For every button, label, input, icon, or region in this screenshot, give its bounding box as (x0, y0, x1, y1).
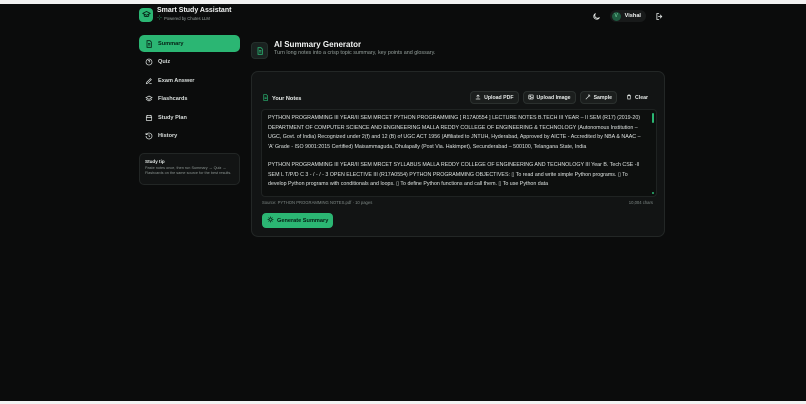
notes-label: Your Notes (262, 94, 301, 103)
upload-pdf-label: Upload PDF (484, 94, 514, 101)
calendar-icon (145, 114, 153, 122)
clear-button[interactable]: Clear (621, 91, 653, 104)
char-count: 10,004 chars (628, 200, 653, 205)
app-subtitle: Powered by Chutes LLM (157, 15, 231, 22)
sample-button[interactable]: Sample (579, 91, 618, 104)
sidebar-item-label: Quiz (158, 59, 171, 66)
magic-wand-icon (585, 93, 591, 102)
sidebar-item-label: Flashcards (158, 96, 188, 103)
upload-icon (475, 94, 481, 102)
sidebar: Summary Quiz Exam Answer Flashcards Stud… (139, 35, 240, 185)
study-tip-title: Study tip (145, 158, 165, 164)
brand: Smart Study Assistant Powered by Chutes … (139, 7, 231, 22)
sidebar-item-label: History (158, 133, 178, 140)
notes-paragraph: PYTHON PROGRAMMING III YEAR/II SEM MRCET… (268, 115, 641, 151)
notes-label-text: Your Notes (272, 95, 302, 102)
source-info: Source: PYTHON PROGRAMMING NOTES.pdf · 1… (262, 200, 373, 205)
upload-pdf-button[interactable]: Upload PDF (470, 91, 519, 104)
logout-icon[interactable] (654, 11, 664, 21)
notes-actions: Upload PDF Upload Image Sample Clear (470, 91, 653, 104)
document-icon (145, 39, 153, 48)
page-title: AI Summary Generator (274, 40, 362, 49)
generate-summary-button[interactable]: Generate Summary (262, 213, 334, 228)
user-menu[interactable]: V Vishal (609, 10, 646, 22)
study-tip-card: Study tip Paste notes once, then run Sum… (139, 152, 240, 185)
document-icon (251, 42, 268, 59)
sidebar-item-quiz[interactable]: Quiz (139, 54, 240, 71)
pen-icon (145, 77, 153, 85)
app-header: Smart Study Assistant Powered by Chutes … (0, 4, 806, 30)
sidebar-item-label: Exam Answer (158, 77, 195, 84)
trash-icon (626, 94, 632, 102)
textarea-scrollbar-end (652, 192, 654, 194)
page-header: AI Summary Generator Turn long notes int… (251, 40, 435, 59)
upload-image-button[interactable]: Upload Image (522, 91, 576, 104)
header-actions: V Vishal (592, 10, 664, 22)
clear-label: Clear (635, 94, 648, 101)
user-name: Vishal (624, 13, 641, 19)
sidebar-item-label: Study Plan (158, 114, 187, 121)
sidebar-item-label: Summary (158, 40, 184, 47)
sidebar-item-exam-answer[interactable]: Exam Answer (139, 72, 240, 89)
notes-textarea[interactable]: PYTHON PROGRAMMING III YEAR/II SEM MRCET… (261, 109, 657, 197)
page-subtitle: Turn long notes into a crisp topic summa… (274, 50, 436, 56)
document-icon (262, 94, 269, 103)
upload-image-label: Upload Image (536, 94, 571, 101)
avatar: V (611, 11, 621, 21)
graduation-cap-icon (139, 7, 153, 22)
sidebar-item-flashcards[interactable]: Flashcards (139, 91, 240, 108)
sample-label: Sample (593, 94, 613, 101)
textarea-scrollbar-thumb[interactable] (652, 113, 654, 123)
app-title: Smart Study Assistant (157, 7, 232, 14)
generate-summary-label: Generate Summary (277, 217, 329, 224)
study-tip-body: Paste notes once, then run Summary → Qui… (145, 165, 232, 176)
history-icon (145, 132, 153, 140)
notes-card: Your Notes Upload PDF Upload Image Sampl… (251, 71, 665, 237)
sidebar-item-summary[interactable]: Summary (139, 35, 240, 52)
help-circle-icon (145, 58, 153, 66)
sparkle-icon (267, 216, 274, 225)
app-subtitle-text: Powered by Chutes LLM (164, 15, 210, 21)
sidebar-item-study-plan[interactable]: Study Plan (139, 109, 240, 126)
notes-paragraph: PYTHON PROGRAMMING III YEAR/II SEM MRCET… (268, 161, 640, 188)
theme-toggle-moon-icon[interactable] (592, 11, 602, 21)
layers-icon (145, 95, 153, 103)
sidebar-item-history[interactable]: History (139, 128, 240, 145)
sparkle-icon (157, 15, 162, 22)
image-icon (527, 94, 534, 102)
